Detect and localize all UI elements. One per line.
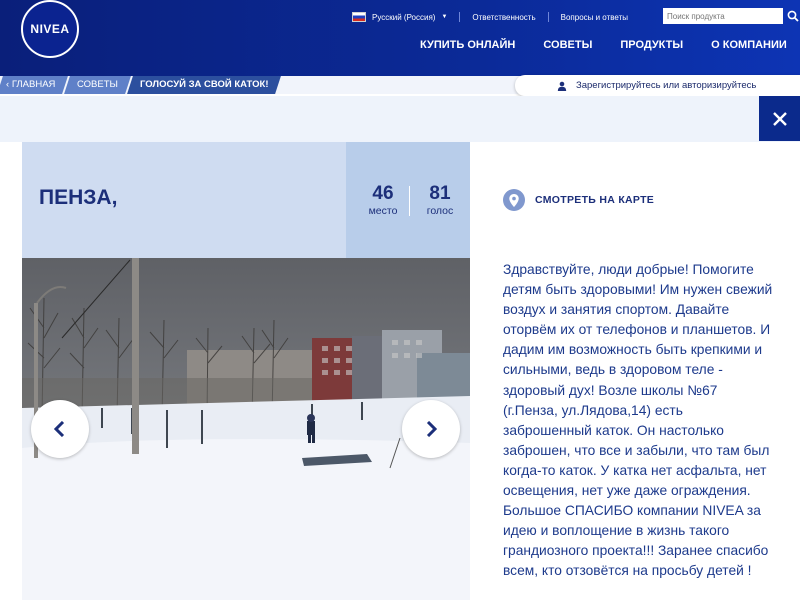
main-navigation: КУПИТЬ ОНЛАЙН СОВЕТЫ ПРОДУКТЫ О КОМПАНИИ [420, 39, 800, 51]
city-box: ПЕНЗА, [22, 142, 346, 258]
overlay-band [0, 96, 800, 142]
search-input[interactable] [663, 8, 783, 24]
divider [547, 12, 549, 22]
place-value: 46 [372, 183, 394, 204]
nav-advice[interactable]: СОВЕТЫ [543, 39, 592, 51]
city-title: ПЕНЗА, [39, 186, 118, 209]
top-utility-bar: Русский (Россия) ▼ Ответственность Вопро… [352, 9, 628, 25]
user-icon [557, 81, 567, 91]
rink-details: СМОТРЕТЬ НА КАРТЕ Здравствуйте, люди доб… [470, 142, 800, 600]
nav-about[interactable]: О КОМПАНИИ [711, 39, 787, 51]
close-icon [772, 111, 787, 126]
close-button[interactable] [759, 96, 800, 141]
breadcrumb-advice[interactable]: СОВЕТЫ [64, 76, 132, 94]
map-pin-icon [503, 189, 525, 211]
nav-buy-online[interactable]: КУПИТЬ ОНЛАЙН [420, 39, 515, 51]
breadcrumb-advice-label: СОВЕТЫ [77, 79, 119, 90]
nivea-logo[interactable]: NIVEA [21, 0, 79, 58]
place-label: место [368, 205, 398, 217]
stat-divider [409, 186, 410, 216]
login-register-link[interactable]: Зарегистрируйтесь или авторизируйтесь [515, 75, 800, 96]
responsibility-link[interactable]: Ответственность [472, 13, 535, 22]
chevron-right-icon [426, 421, 437, 437]
breadcrumb-home-label: ГЛАВНАЯ [11, 79, 56, 90]
breadcrumb-home[interactable]: ‹ ГЛАВНАЯ [0, 76, 69, 94]
rink-story-text: Здравствуйте, люди добрые! Помогите детя… [503, 262, 773, 579]
divider [459, 12, 461, 22]
votes-stat: 81 голос [414, 183, 466, 217]
next-photo-button[interactable] [402, 400, 460, 458]
breadcrumb: ‹ ГЛАВНАЯ СОВЕТЫ ГОЛОСУЙ ЗА СВОЙ КАТОК! [0, 76, 282, 94]
faq-link[interactable]: Вопросы и ответы [561, 13, 628, 22]
rating-box: 46 место 81 голос [346, 142, 470, 258]
show-on-map-label: СМОТРЕТЬ НА КАРТЕ [535, 194, 655, 206]
votes-label: голос [426, 205, 454, 217]
show-on-map-link[interactable]: СМОТРЕТЬ НА КАРТЕ [503, 189, 654, 211]
caret-down-icon[interactable]: ▼ [441, 14, 447, 20]
login-register-label: Зарегистрируйтесь или авторизируйтесь [576, 80, 757, 91]
rink-photo [22, 258, 470, 600]
language-selector[interactable]: Русский (Россия) [372, 13, 435, 22]
rink-card: ПЕНЗА, 46 место 81 голос [22, 142, 470, 600]
site-header: NIVEA Русский (Россия) ▼ Ответственность… [0, 0, 800, 76]
previous-photo-button[interactable] [31, 400, 89, 458]
nav-products[interactable]: ПРОДУКТЫ [620, 39, 683, 51]
chevron-left-icon [54, 421, 65, 437]
breadcrumb-current: ГОЛОСУЙ ЗА СВОЙ КАТОК! [127, 76, 282, 94]
place-stat: 46 место [360, 183, 406, 217]
search-icon[interactable] [787, 10, 799, 22]
votes-value: 81 [429, 183, 451, 204]
russia-flag-icon [352, 12, 366, 22]
breadcrumb-current-label: ГОЛОСУЙ ЗА СВОЙ КАТОК! [140, 79, 269, 90]
